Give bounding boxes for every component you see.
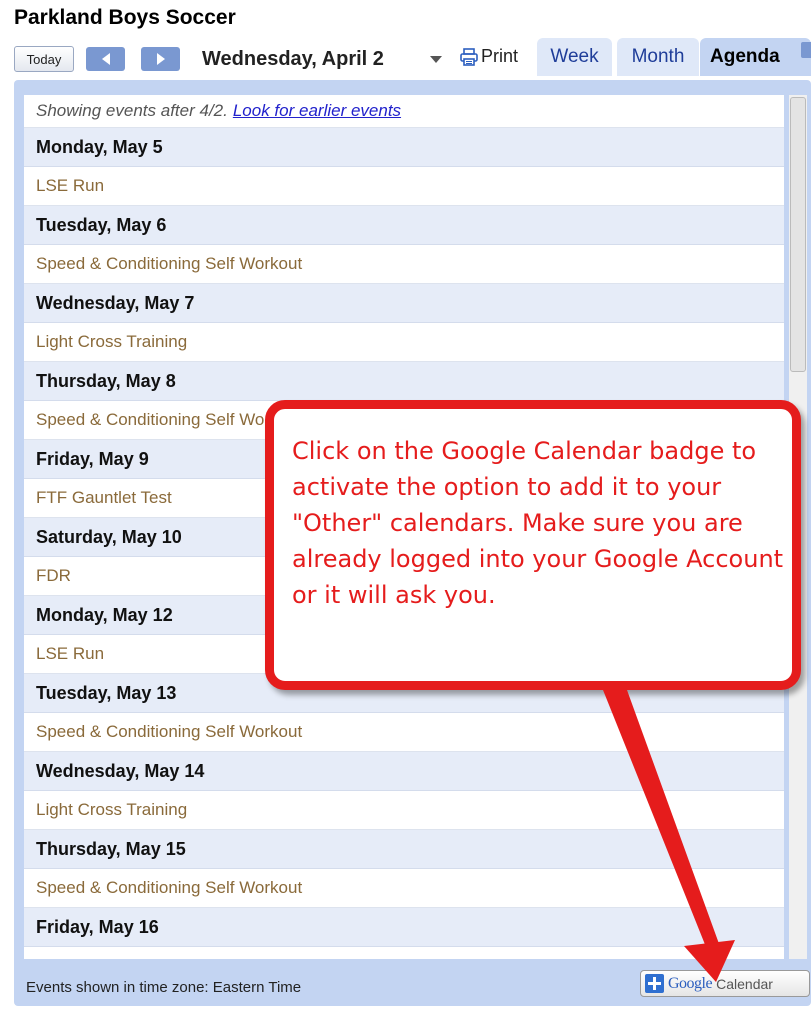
calendar-text: Calendar bbox=[716, 975, 773, 992]
agenda-day-header: Thursday, May 8 bbox=[24, 362, 784, 401]
agenda-day-header: Wednesday, May 14 bbox=[24, 752, 784, 791]
agenda-day-header: Thursday, May 15 bbox=[24, 830, 784, 869]
next-button[interactable] bbox=[141, 47, 180, 71]
tab-month[interactable]: Month bbox=[617, 38, 699, 76]
calendar-toolbar: Today Wednesday, April 2 Print Week Mont… bbox=[14, 38, 811, 76]
tab-menu-icon[interactable] bbox=[801, 42, 811, 58]
agenda-day-header: Monday, May 5 bbox=[24, 128, 784, 167]
previous-button[interactable] bbox=[86, 47, 125, 71]
agenda-day-header: Wednesday, May 7 bbox=[24, 284, 784, 323]
timezone-text: Events shown in time zone: Eastern Time bbox=[26, 979, 302, 996]
agenda-day-header: Tuesday, May 6 bbox=[24, 206, 784, 245]
chevron-down-icon[interactable] bbox=[430, 56, 442, 64]
showing-text: Showing events after 4/2. bbox=[36, 101, 228, 120]
agenda-event[interactable]: Speed & Conditioning Self Workout bbox=[24, 869, 784, 908]
print-label: Print bbox=[481, 46, 519, 66]
agenda-event[interactable]: Speed & Conditioning Self Workout bbox=[24, 713, 784, 752]
today-button[interactable]: Today bbox=[14, 46, 74, 72]
agenda-event[interactable]: Speed & Conditioning Self Workout bbox=[24, 245, 784, 284]
showing-events-notice: Showing events after 4/2. Look for earli… bbox=[24, 95, 784, 128]
agenda-event[interactable]: FTF Sections Test bbox=[24, 947, 784, 959]
triangle-right-icon bbox=[156, 53, 165, 65]
calendar-title: Parkland Boys Soccer bbox=[14, 6, 236, 29]
plus-icon bbox=[645, 974, 664, 993]
agenda-footer: Events shown in time zone: Eastern Time … bbox=[14, 960, 811, 1004]
google-logo-text: Google bbox=[668, 974, 713, 992]
earlier-events-link[interactable]: Look for earlier events bbox=[233, 101, 401, 121]
agenda-event[interactable]: Light Cross Training bbox=[24, 323, 784, 362]
current-date-label[interactable]: Wednesday, April 2 bbox=[202, 48, 384, 71]
agenda-event[interactable]: Light Cross Training bbox=[24, 791, 784, 830]
tab-agenda-label: Agenda bbox=[710, 46, 780, 67]
tab-week[interactable]: Week bbox=[537, 38, 612, 76]
triangle-left-icon bbox=[101, 53, 110, 65]
scrollbar-thumb[interactable] bbox=[790, 97, 806, 372]
google-calendar-badge[interactable]: Google Calendar bbox=[640, 970, 810, 997]
print-link[interactable]: Print bbox=[459, 46, 518, 67]
instruction-callout: Click on the Google Calendar badge to ac… bbox=[265, 400, 801, 690]
callout-text: Click on the Google Calendar badge to ac… bbox=[292, 437, 784, 609]
agenda-event[interactable]: LSE Run bbox=[24, 167, 784, 206]
printer-icon bbox=[460, 47, 478, 66]
tab-agenda[interactable]: Agenda bbox=[700, 38, 811, 76]
agenda-day-header: Friday, May 16 bbox=[24, 908, 784, 947]
